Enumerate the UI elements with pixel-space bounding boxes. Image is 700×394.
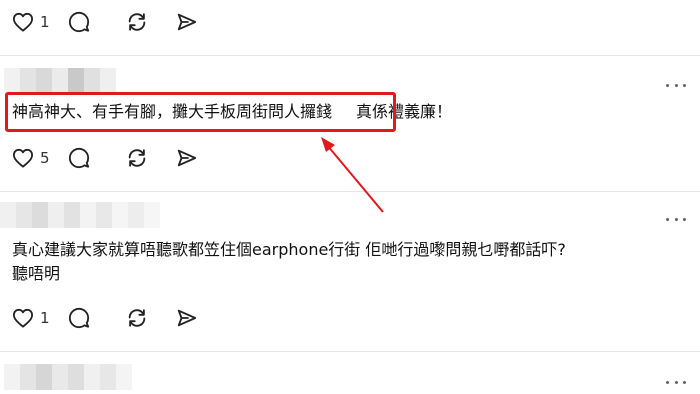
post-text-line1: 真心建議大家就算唔聽歌都笠住個earphone行街 佢哋行過嚟問親乜嘢都話吓? <box>12 240 566 259</box>
like-button[interactable]: 1 <box>12 304 68 332</box>
heart-icon <box>13 308 33 328</box>
repost-button[interactable] <box>126 8 176 36</box>
like-count: 5 <box>40 149 50 167</box>
like-count: 1 <box>40 309 50 327</box>
like-button[interactable]: 5 <box>12 144 68 172</box>
share-button[interactable] <box>176 144 216 172</box>
post-actions: 5 <box>12 144 216 172</box>
heart-icon <box>13 12 33 32</box>
reply-button[interactable] <box>68 304 126 332</box>
annotation-arrow <box>321 137 384 213</box>
repost-button[interactable] <box>126 304 176 332</box>
share-icon <box>177 309 197 327</box>
comment-icon <box>68 11 90 33</box>
repost-icon <box>128 149 146 167</box>
more-options-button[interactable] <box>666 80 686 90</box>
comment-icon <box>68 147 90 169</box>
share-button[interactable] <box>176 8 216 36</box>
more-icon <box>666 380 669 384</box>
more-options-button[interactable] <box>666 377 686 387</box>
post-divider <box>0 351 700 352</box>
like-button[interactable]: 1 <box>12 8 68 36</box>
share-button[interactable] <box>176 304 216 332</box>
reply-button[interactable] <box>68 8 126 36</box>
share-icon <box>177 149 197 167</box>
post-actions: 1 <box>12 8 216 36</box>
more-icon <box>666 83 669 87</box>
more-icon <box>666 217 669 221</box>
blurred-username <box>4 68 116 94</box>
like-count: 1 <box>40 13 50 31</box>
share-icon <box>177 13 197 31</box>
blurred-username <box>4 364 132 390</box>
repost-button[interactable] <box>126 144 176 172</box>
heart-icon <box>13 148 33 168</box>
comment-icon <box>68 307 90 329</box>
post-divider <box>0 191 700 192</box>
reply-button[interactable] <box>68 144 126 172</box>
highlight-box <box>5 92 396 132</box>
post-actions: 1 <box>12 304 216 332</box>
post-text-line2: 聽唔明 <box>12 264 61 283</box>
repost-icon <box>128 13 146 31</box>
post-divider <box>0 55 700 56</box>
blurred-username <box>0 202 160 228</box>
repost-icon <box>128 309 146 327</box>
more-options-button[interactable] <box>666 214 686 224</box>
